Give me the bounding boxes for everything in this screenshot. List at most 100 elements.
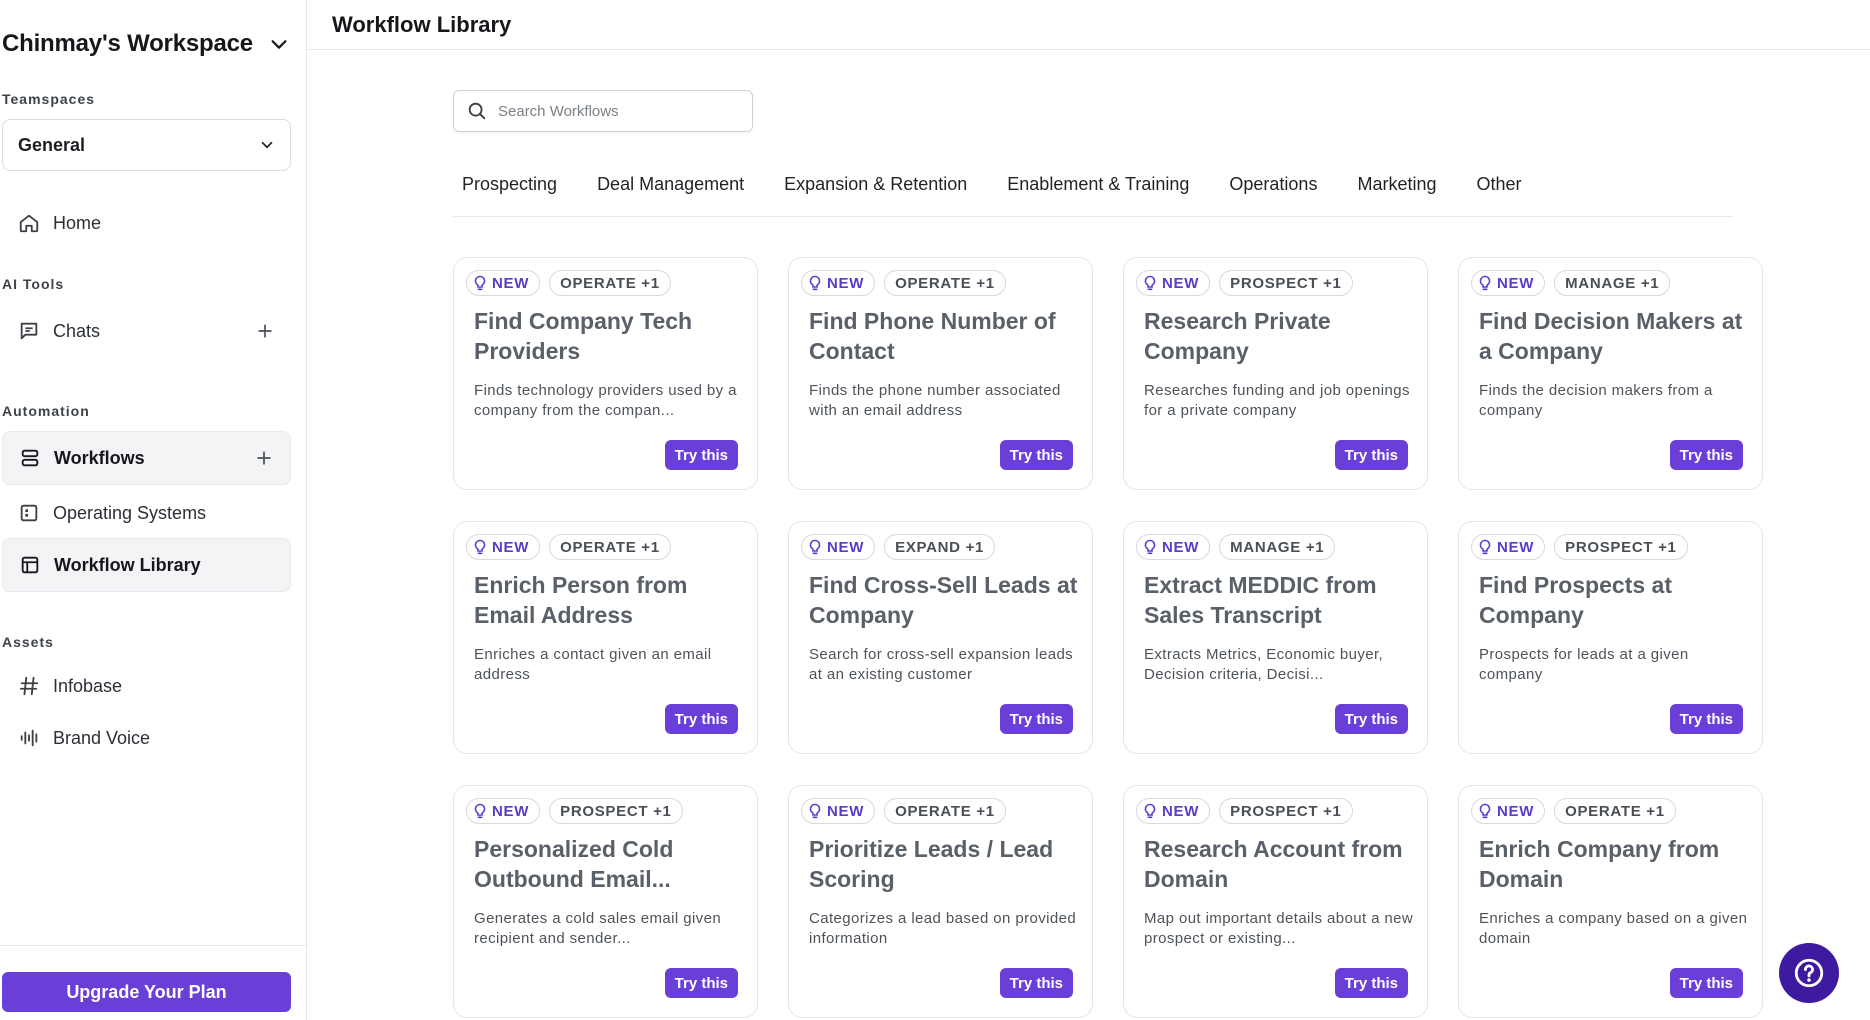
workflow-card[interactable]: NEW MANAGE +1 Find Decision Makers at a Co… [1458, 257, 1763, 490]
workflow-card[interactable]: NEW EXPAND +1 Find Cross-Sell Leads at Com… [788, 521, 1093, 754]
new-badge-label: NEW [1497, 274, 1535, 292]
card-badges: NEW MANAGE +1 [1136, 534, 1336, 560]
new-badge: NEW [1471, 534, 1546, 560]
lightbulb-icon [474, 275, 486, 291]
new-badge-label: NEW [827, 274, 865, 292]
tab-other[interactable]: Other [1467, 166, 1541, 206]
card-badges: NEW OPERATE +1 [801, 798, 1006, 824]
lightbulb-icon [809, 275, 821, 291]
library-icon [17, 552, 43, 578]
search-input[interactable] [498, 102, 738, 120]
lightbulb-icon [474, 539, 486, 555]
try-this-button[interactable]: Try this [1334, 968, 1408, 998]
lightbulb-icon [809, 539, 821, 555]
upgrade-plan-button[interactable]: Upgrade Your Plan [2, 972, 291, 1012]
card-badges: NEW OPERATE +1 [1471, 798, 1676, 824]
lightbulb-icon [1479, 803, 1491, 819]
workflow-card[interactable]: NEW MANAGE +1 Extract MEDDIC from Sales Tr… [1123, 521, 1428, 754]
lightbulb-icon [474, 803, 486, 819]
category-tabs: Prospecting Deal Management Expansion & … [453, 166, 1733, 217]
card-title: Research Account from Domain [1144, 836, 1403, 892]
help-button[interactable] [1779, 943, 1839, 1003]
workflow-card[interactable]: NEW PROSPECT +1 Find Prospects at Company P… [1458, 521, 1763, 754]
new-badge: NEW [1471, 798, 1546, 824]
try-this-button[interactable]: Try this [664, 704, 738, 734]
category-badge: PROSPECT +1 [1219, 798, 1353, 824]
sidebar-item-operating-systems[interactable]: Operating Systems [2, 489, 291, 537]
card-title: Research Private Company [1144, 308, 1331, 364]
card-badges: NEW PROSPECT +1 [466, 798, 683, 824]
teamspaces-label: Teamspaces [2, 91, 96, 107]
card-badges: NEW PROSPECT +1 [1136, 798, 1353, 824]
automation-label: Automation [2, 403, 90, 419]
search-box[interactable] [453, 90, 753, 132]
sidebar-item-label: Home [53, 212, 102, 233]
try-this-button[interactable]: Try this [1334, 704, 1408, 734]
workflow-card[interactable]: NEW OPERATE +1 Prioritize Leads / Lead Sco… [788, 785, 1093, 1018]
new-badge-label: NEW [1162, 802, 1200, 820]
add-workflow-icon[interactable] [254, 448, 274, 468]
category-badge: EXPAND +1 [884, 534, 996, 560]
tab-marketing[interactable]: Marketing [1348, 166, 1456, 206]
tab-expansion-retention[interactable]: Expansion & Retention [775, 166, 987, 206]
tab-enablement-training[interactable]: Enablement & Training [998, 166, 1209, 206]
sidebar-item-brand-voice[interactable]: Brand Voice [2, 714, 291, 762]
category-badge: OPERATE +1 [549, 534, 671, 560]
workflow-card[interactable]: NEW OPERATE +1 Enrich Company from Domain E… [1458, 785, 1763, 1018]
try-this-button[interactable]: Try this [1334, 440, 1408, 470]
sidebar-item-workflow-library[interactable]: Workflow Library [2, 538, 291, 592]
sidebar-item-infobase[interactable]: Infobase [2, 662, 291, 710]
lightbulb-icon [1144, 539, 1156, 555]
new-badge: NEW [1136, 534, 1211, 560]
try-this-button[interactable]: Try this [664, 968, 738, 998]
teamspace-select[interactable]: General [2, 119, 291, 171]
category-badge: MANAGE +1 [1554, 270, 1671, 296]
card-title: Find Decision Makers at a Company [1479, 308, 1743, 364]
workflow-card[interactable]: NEW PROSPECT +1 Research Private Company Re… [1123, 257, 1428, 490]
category-badge: OPERATE +1 [884, 270, 1006, 296]
new-badge-label: NEW [827, 538, 865, 556]
sidebar-item-workflows[interactable]: Workflows [2, 431, 291, 485]
try-this-button[interactable]: Try this [664, 440, 738, 470]
card-description: Finds technology providers used by a com… [474, 382, 737, 419]
workspace-switcher[interactable]: Chinmay's Workspace [2, 26, 294, 62]
sidebar-item-chats[interactable]: Chats [2, 307, 291, 355]
try-this-button[interactable]: Try this [999, 704, 1073, 734]
add-chat-icon[interactable] [255, 321, 275, 341]
try-this-button[interactable]: Try this [1669, 704, 1743, 734]
home-icon [16, 210, 42, 236]
card-title: Find Phone Number of Contact [809, 308, 1056, 364]
new-badge-label: NEW [492, 802, 530, 820]
category-badge: OPERATE +1 [1554, 798, 1676, 824]
sidebar-item-label: Chats [53, 320, 101, 341]
try-this-button[interactable]: Try this [1669, 968, 1743, 998]
card-description: Finds the phone number associated with a… [809, 382, 1061, 419]
new-badge: NEW [801, 534, 876, 560]
card-badges: NEW PROSPECT +1 [1471, 534, 1688, 560]
try-this-button[interactable]: Try this [1669, 440, 1743, 470]
card-description: Map out important details about a new pr… [1144, 910, 1414, 947]
category-badge: OPERATE +1 [549, 270, 671, 296]
workspace-name: Chinmay's Workspace [2, 30, 253, 57]
workflow-card[interactable]: NEW OPERATE +1 Find Phone Number of Contac… [788, 257, 1093, 490]
workflow-card[interactable]: NEW OPERATE +1 Enrich Person from Email Ad… [453, 521, 758, 754]
new-badge: NEW [801, 270, 876, 296]
card-badges: NEW OPERATE +1 [466, 270, 671, 296]
card-badges: NEW MANAGE +1 [1471, 270, 1671, 296]
workflow-card[interactable]: NEW PROSPECT +1 Research Account from Doma… [1123, 785, 1428, 1018]
tab-operations[interactable]: Operations [1220, 166, 1337, 206]
workflows-icon [17, 445, 43, 471]
card-description: Generates a cold sales email given recip… [474, 910, 722, 947]
category-badge: PROSPECT +1 [1219, 270, 1353, 296]
workflow-card[interactable]: NEW OPERATE +1 Find Company Tech Providers… [453, 257, 758, 490]
tab-deal-management[interactable]: Deal Management [588, 166, 764, 206]
try-this-button[interactable]: Try this [999, 968, 1073, 998]
card-title: Personalized Cold Outbound Email... [474, 836, 674, 892]
card-description: Extracts Metrics, Economic buyer, Decisi… [1144, 646, 1384, 683]
help-icon [1794, 958, 1824, 988]
try-this-button[interactable]: Try this [999, 440, 1073, 470]
sidebar-item-home[interactable]: Home [2, 199, 291, 247]
workflow-card[interactable]: NEW PROSPECT +1 Personalized Cold Outbound… [453, 785, 758, 1018]
new-badge: NEW [1136, 270, 1211, 296]
tab-prospecting[interactable]: Prospecting [453, 166, 577, 206]
